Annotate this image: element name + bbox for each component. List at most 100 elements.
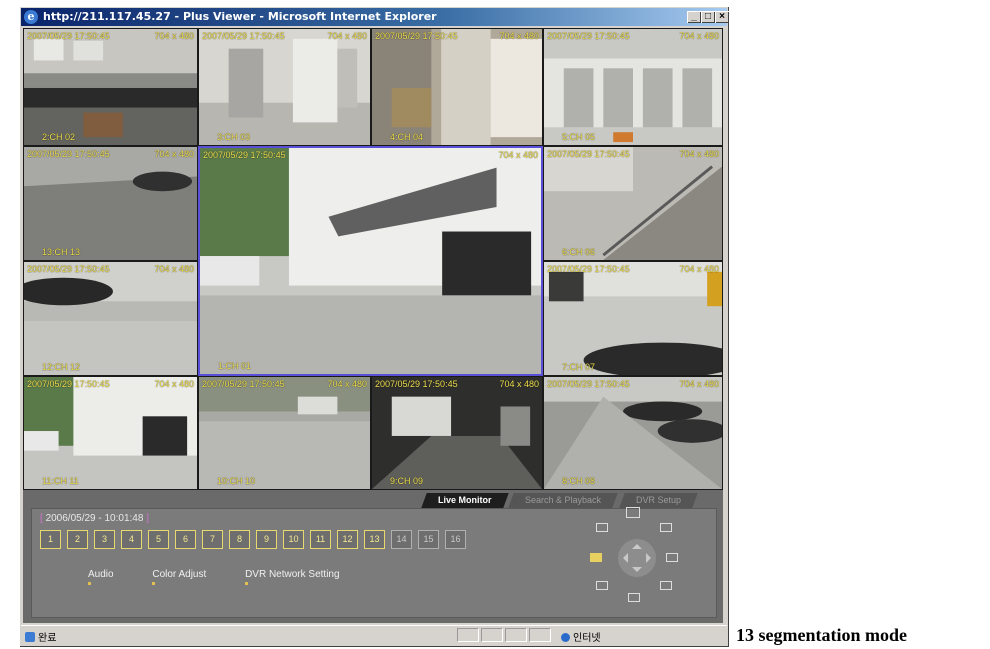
camera-tile-ch10[interactable]: 2007/05/29 17:50:45 704 x 480 10:CH 10 <box>198 376 371 490</box>
camera-timestamp: 2007/05/29 17:50:45 <box>27 149 110 159</box>
close-button[interactable]: × <box>715 11 729 23</box>
camera-label: 1:CH 01 <box>218 361 252 371</box>
camera-feed <box>199 29 370 145</box>
camera-tile-ch09[interactable]: 2007/05/29 17:50:45 704 x 480 9:CH 09 <box>371 376 543 490</box>
current-datetime: [ 2006/05/29 - 10:01:48 ] <box>40 513 149 524</box>
channel-button-11[interactable]: 11 <box>310 530 331 549</box>
arrow-right-icon[interactable] <box>646 553 656 563</box>
camera-label: 8:CH 08 <box>562 476 596 486</box>
camera-resolution: 704 x 480 <box>327 379 367 389</box>
split-9-icon[interactable] <box>666 553 678 562</box>
camera-tile-ch13[interactable]: 2007/05/29 17:50:45 704 x 480 13:CH 13 <box>23 146 198 261</box>
title-bar[interactable]: e http://211.117.45.27 - Plus Viewer - M… <box>21 8 729 26</box>
ptz-dpad[interactable] <box>618 539 656 577</box>
camera-label: 3:CH 03 <box>217 132 251 142</box>
camera-label: 6:CH 06 <box>562 247 596 257</box>
camera-label: 11:CH 11 <box>42 476 79 486</box>
channel-button-7[interactable]: 7 <box>202 530 223 549</box>
status-cell <box>457 628 479 642</box>
channel-button-2[interactable]: 2 <box>67 530 88 549</box>
split-10-icon[interactable] <box>596 581 608 590</box>
channel-button-8[interactable]: 8 <box>229 530 250 549</box>
arrow-down-icon[interactable] <box>632 567 642 577</box>
maximize-button[interactable]: □ <box>701 11 715 23</box>
camera-tile-ch07[interactable]: 2007/05/29 17:50:45 704 x 480 7:CH 07 <box>543 261 723 376</box>
camera-label: 7:CH 07 <box>562 362 596 372</box>
channel-button-6[interactable]: 6 <box>175 530 196 549</box>
camera-timestamp: 2007/05/29 17:50:45 <box>203 150 286 160</box>
bracket: [ <box>40 513 43 524</box>
camera-resolution: 704 x 480 <box>327 31 367 41</box>
split-13-icon[interactable] <box>590 553 602 562</box>
camera-feed <box>24 262 197 375</box>
camera-label: 9:CH 09 <box>390 476 424 486</box>
camera-tile-ch01-main[interactable]: 2007/05/29 17:50:45 704 x 480 1:CH 01 <box>198 146 543 376</box>
viewer-client-area: 2007/05/29 17:50:45 704 x 480 2:CH 02 20… <box>23 28 723 623</box>
split-6-icon[interactable] <box>660 523 672 532</box>
channel-button-9[interactable]: 9 <box>256 530 277 549</box>
channel-button-14[interactable]: 14 <box>391 530 412 549</box>
channel-button-13[interactable]: 13 <box>364 530 385 549</box>
channel-button-3[interactable]: 3 <box>94 530 115 549</box>
mode-tabs: Live Monitor Search & Playback DVR Setup <box>420 490 698 508</box>
camera-feed <box>24 147 197 260</box>
camera-tile-ch04[interactable]: 2007/05/29 17:50:45 704 x 480 4:CH 04 <box>371 28 543 146</box>
camera-tile-ch06[interactable]: 2007/05/29 17:50:45 704 x 480 6:CH 06 <box>543 146 723 261</box>
window-title: http://211.117.45.27 - Plus Viewer - Mic… <box>43 10 437 23</box>
color-adjust-link[interactable]: Color Adjust <box>152 569 206 585</box>
camera-label: 12:CH 12 <box>42 362 81 372</box>
status-done-label: 완료 <box>38 633 57 644</box>
channel-button-15[interactable]: 15 <box>418 530 439 549</box>
channel-button-1[interactable]: 1 <box>40 530 61 549</box>
split-mode-selector <box>578 505 690 605</box>
status-bar: 완료 인터넷 <box>21 625 727 646</box>
camera-resolution: 704 x 480 <box>498 150 538 160</box>
dvr-network-setting-link[interactable]: DVR Network Setting <box>245 569 340 585</box>
camera-tile-ch11[interactable]: 2007/05/29 17:50:45 704 x 480 11:CH 11 <box>23 376 198 490</box>
camera-resolution: 704 x 480 <box>499 31 539 41</box>
camera-tile-ch12[interactable]: 2007/05/29 17:50:45 704 x 480 12:CH 12 <box>23 261 198 376</box>
camera-feed <box>24 29 197 145</box>
camera-resolution: 704 x 480 <box>679 149 719 159</box>
arrow-left-icon[interactable] <box>618 553 628 563</box>
camera-tile-ch05[interactable]: 2007/05/29 17:50:45 704 x 480 5:CH 05 <box>543 28 723 146</box>
camera-timestamp: 2007/05/29 17:50:45 <box>375 31 458 41</box>
tab-live-monitor[interactable]: Live Monitor <box>420 493 508 508</box>
split-1-icon[interactable] <box>626 507 640 518</box>
settings-menu: Audio Color Adjust DVR Network Setting <box>88 569 376 585</box>
channel-button-16[interactable]: 16 <box>445 530 466 549</box>
camera-tile-ch02[interactable]: 2007/05/29 17:50:45 704 x 480 2:CH 02 <box>23 28 198 146</box>
camera-timestamp: 2007/05/29 17:50:45 <box>547 264 630 274</box>
channel-buttons: 1 2 3 4 5 6 7 8 9 10 11 12 13 14 15 16 <box>40 529 472 549</box>
security-zone: 인터넷 <box>561 629 601 644</box>
camera-resolution: 704 x 480 <box>154 264 194 274</box>
channel-button-4[interactable]: 4 <box>121 530 142 549</box>
channel-button-5[interactable]: 5 <box>148 530 169 549</box>
audio-menu-link[interactable]: Audio <box>88 569 114 585</box>
camera-tile-ch03[interactable]: 2007/05/29 17:50:45 704 x 480 3:CH 03 <box>198 28 371 146</box>
camera-resolution: 704 x 480 <box>679 379 719 389</box>
camera-feed <box>24 377 197 489</box>
figure-caption: 13 segmentation mode <box>736 625 907 645</box>
split-8-icon[interactable] <box>660 581 672 590</box>
minimize-button[interactable]: _ <box>687 11 701 23</box>
channel-button-10[interactable]: 10 <box>283 530 304 549</box>
globe-icon <box>561 633 570 642</box>
datetime-value: 2006/05/29 - 10:01:48 <box>45 513 144 524</box>
browser-window: e http://211.117.45.27 - Plus Viewer - M… <box>19 6 729 647</box>
status-cell <box>481 628 503 642</box>
control-panel: Live Monitor Search & Playback DVR Setup… <box>23 490 723 623</box>
arrow-up-icon[interactable] <box>632 539 642 549</box>
channel-button-12[interactable]: 12 <box>337 530 358 549</box>
camera-timestamp: 2007/05/29 17:50:45 <box>547 379 630 389</box>
zone-label: 인터넷 <box>573 633 601 644</box>
camera-label: 13:CH 13 <box>42 247 81 257</box>
split-16-icon[interactable] <box>628 593 640 602</box>
camera-tile-ch08[interactable]: 2007/05/29 17:50:45 704 x 480 8:CH 08 <box>543 376 723 490</box>
camera-label: 5:CH 05 <box>562 132 596 142</box>
bracket: ] <box>146 513 149 524</box>
camera-timestamp: 2007/05/29 17:50:45 <box>547 31 630 41</box>
split-4-icon[interactable] <box>596 523 608 532</box>
page-icon <box>25 632 35 642</box>
status-cell <box>505 628 527 642</box>
